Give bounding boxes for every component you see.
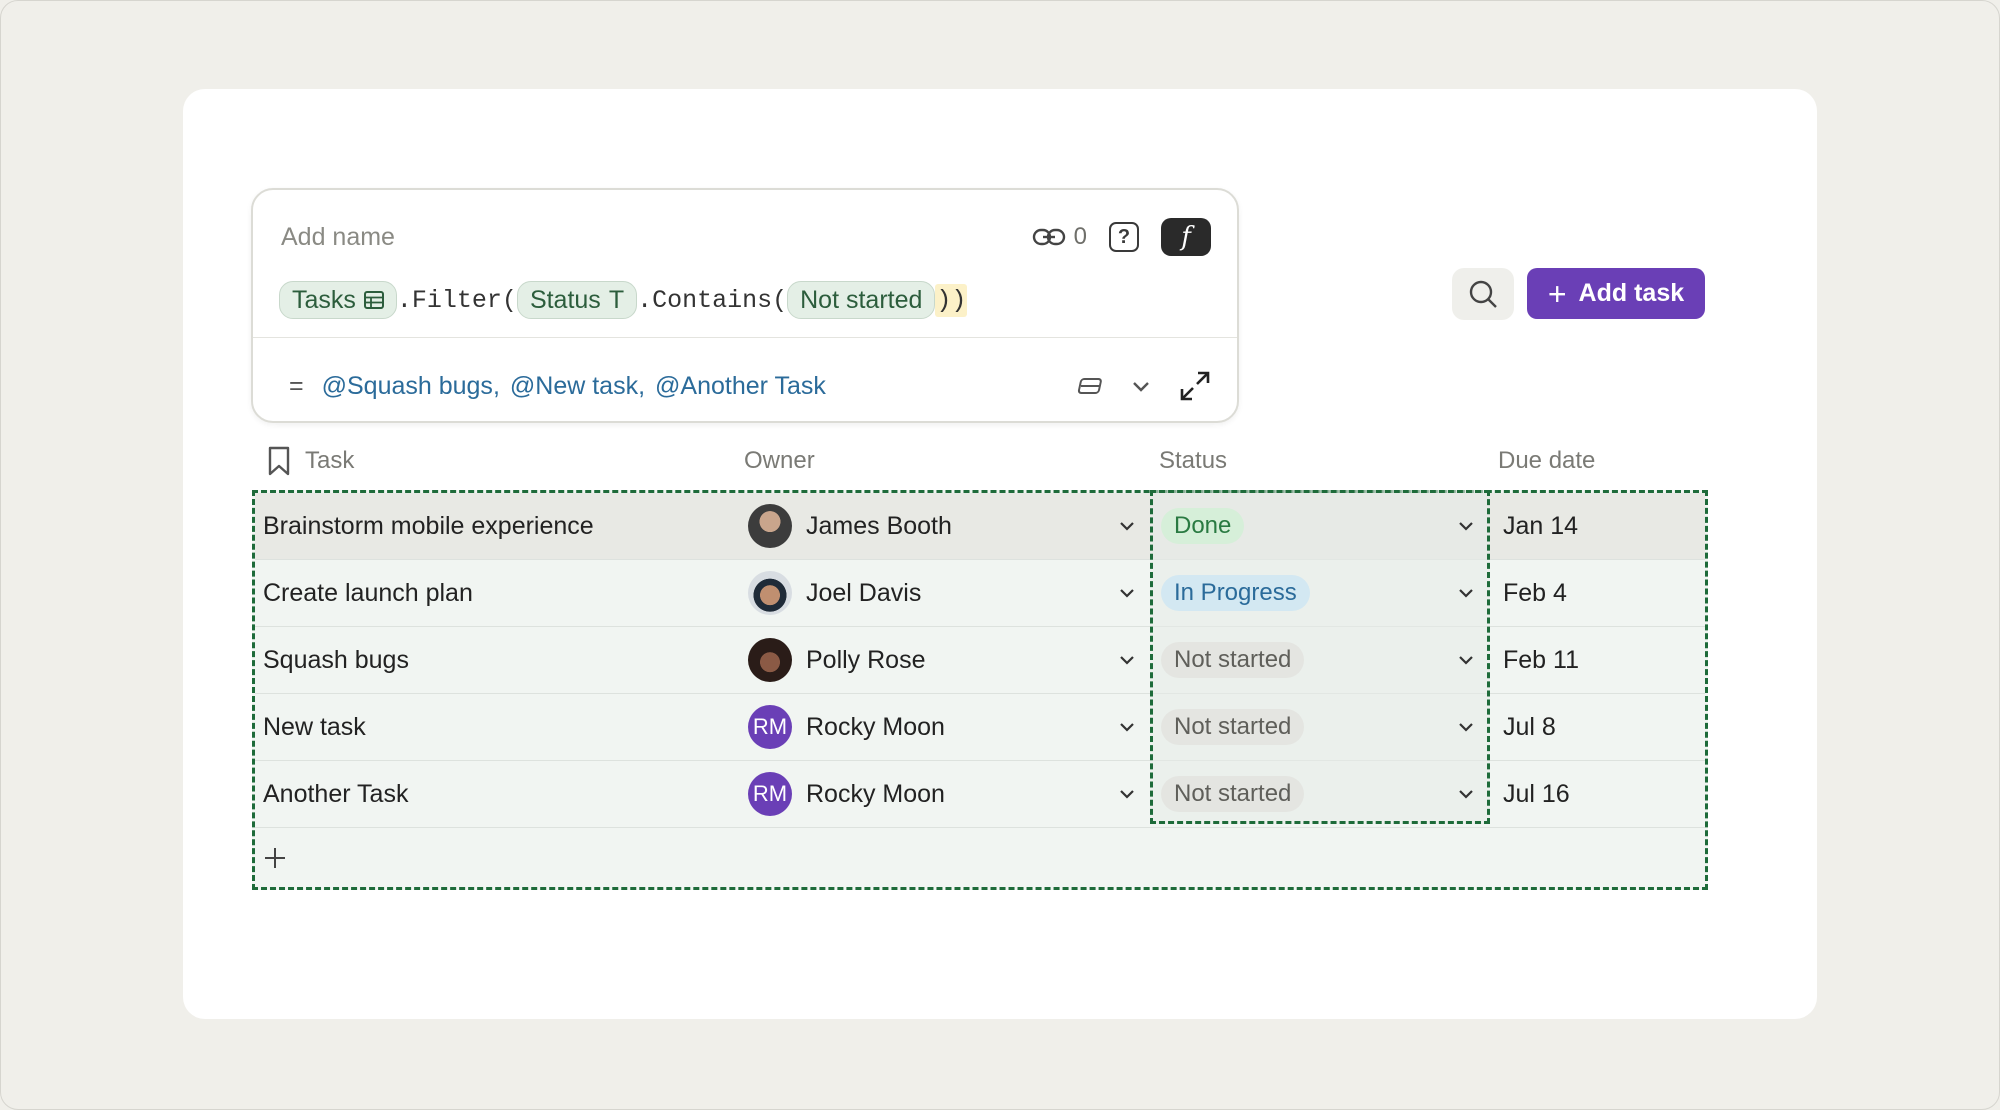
due-date-cell[interactable]: Jan 14: [1503, 493, 1703, 559]
avatar: RM: [748, 705, 792, 749]
formula-expression[interactable]: Tasks .Filter( Status T .Contains( Not s…: [279, 280, 968, 320]
column-header-label: Due date: [1498, 447, 1596, 474]
link-icon: [1032, 228, 1065, 246]
task-cell[interactable]: Squash bugs: [263, 627, 733, 693]
chevron-down-icon[interactable]: [1118, 788, 1136, 800]
status-cell[interactable]: In Progress: [1153, 560, 1489, 626]
status-cell[interactable]: Not started: [1153, 761, 1489, 827]
search-icon: [1469, 280, 1497, 308]
status-cell[interactable]: Not started: [1153, 627, 1489, 693]
owner-cell[interactable]: James Booth: [748, 493, 1148, 559]
owner-name: Polly Rose: [806, 645, 926, 674]
table-header: Task Owner Status Due date: [252, 435, 1708, 485]
avatar: [748, 504, 792, 548]
avatar: RM: [748, 772, 792, 816]
result-mention[interactable]: @Another Task: [655, 372, 826, 401]
chevron-down-icon[interactable]: [1118, 587, 1136, 599]
format-icon[interactable]: [1077, 376, 1103, 396]
result-tools: [1077, 370, 1211, 402]
value-chip[interactable]: Not started: [787, 281, 936, 319]
formula-editor: 0 ? f Tasks .Filter( Status T .Contains(…: [251, 188, 1239, 423]
task-cell[interactable]: New task: [263, 694, 733, 760]
chevron-down-icon[interactable]: [1457, 520, 1475, 532]
column-header-status[interactable]: Status: [1159, 441, 1227, 481]
status-chip[interactable]: Status T: [516, 281, 638, 319]
filter-function: .Filter(: [396, 285, 517, 315]
status-cell[interactable]: Done: [1153, 493, 1489, 559]
formula-tools: 0 ? f: [1032, 218, 1211, 256]
expand-icon[interactable]: [1179, 370, 1211, 402]
status-badge: Not started: [1161, 709, 1305, 745]
help-icon[interactable]: ?: [1109, 222, 1139, 252]
chevron-down-icon[interactable]: [1457, 721, 1475, 733]
link-count-button[interactable]: 0: [1032, 223, 1087, 251]
status-chip-label: Status: [529, 285, 601, 314]
status-badge: Not started: [1161, 776, 1305, 812]
plus-icon: [265, 848, 285, 868]
chevron-down-icon[interactable]: [1118, 654, 1136, 666]
owner-name: Joel Davis: [806, 578, 922, 607]
table-chip[interactable]: Tasks: [279, 281, 397, 319]
link-count: 0: [1073, 223, 1087, 250]
add-task-button[interactable]: + Add task: [1527, 268, 1705, 319]
status-column-selection[interactable]: Done In Progress Not started Not started…: [1150, 490, 1490, 824]
formula-icon[interactable]: f: [1161, 218, 1211, 256]
text-type-icon: T: [608, 285, 625, 314]
mention-separator: ,: [492, 371, 500, 400]
chevron-down-icon[interactable]: [1118, 721, 1136, 733]
chevron-down-icon[interactable]: [1457, 788, 1475, 800]
owner-name: Rocky Moon: [806, 712, 945, 741]
bookmark-icon: [268, 446, 290, 476]
due-date-cell[interactable]: Jul 8: [1503, 694, 1703, 760]
owner-cell[interactable]: RM Rocky Moon: [748, 761, 1148, 827]
task-cell[interactable]: Brainstorm mobile experience: [263, 493, 733, 559]
column-header-owner[interactable]: Owner: [744, 441, 815, 481]
status-cell[interactable]: Not started: [1153, 694, 1489, 760]
owner-cell[interactable]: Polly Rose: [748, 627, 1148, 693]
owner-cell[interactable]: RM Rocky Moon: [748, 694, 1148, 760]
chevron-down-icon[interactable]: [1457, 654, 1475, 666]
due-date-cell[interactable]: Feb 11: [1503, 627, 1703, 693]
table-icon: [363, 291, 384, 309]
add-task-label: Add task: [1578, 279, 1685, 307]
column-header-label: Task: [305, 447, 355, 474]
status-badge: In Progress: [1161, 575, 1310, 611]
result-mention[interactable]: @Squash bugs: [322, 372, 493, 401]
contains-function: .Contains(: [637, 285, 788, 315]
column-header-label: Owner: [744, 447, 815, 474]
status-badge: Done: [1161, 508, 1245, 544]
due-date-cell[interactable]: Feb 4: [1503, 560, 1703, 626]
owner-name: Rocky Moon: [806, 779, 945, 808]
due-date-cell[interactable]: Jul 16: [1503, 761, 1703, 827]
column-header-due-date[interactable]: Due date: [1498, 441, 1595, 481]
add-row-button[interactable]: [263, 828, 287, 888]
plus-icon: +: [1547, 275, 1567, 312]
status-badge: Not started: [1161, 642, 1305, 678]
equals-sign: =: [289, 371, 304, 400]
formula-name-row: 0 ? f: [281, 218, 1211, 256]
column-header-label: Status: [1159, 447, 1228, 474]
avatar: [748, 571, 792, 615]
search-button[interactable]: [1452, 268, 1514, 320]
formula-divider: [253, 337, 1237, 338]
owner-cell[interactable]: Joel Davis: [748, 560, 1148, 626]
formula-name-input[interactable]: [281, 222, 881, 252]
column-header-task[interactable]: Task: [267, 441, 354, 481]
table-chip-label: Tasks: [292, 285, 356, 314]
mention-separator: ,: [638, 371, 646, 400]
chevron-down-icon[interactable]: [1457, 587, 1475, 599]
chevron-down-icon[interactable]: [1131, 379, 1151, 393]
closing-parens: )): [935, 283, 968, 317]
chevron-down-icon[interactable]: [1118, 520, 1136, 532]
formula-result: = @Squash bugs , @New task , @Another Ta…: [289, 366, 1211, 406]
avatar: [748, 638, 792, 682]
owner-name: James Booth: [806, 511, 952, 540]
task-cell[interactable]: Another Task: [263, 761, 733, 827]
task-cell[interactable]: Create launch plan: [263, 560, 733, 626]
result-mention[interactable]: @New task: [510, 372, 638, 401]
